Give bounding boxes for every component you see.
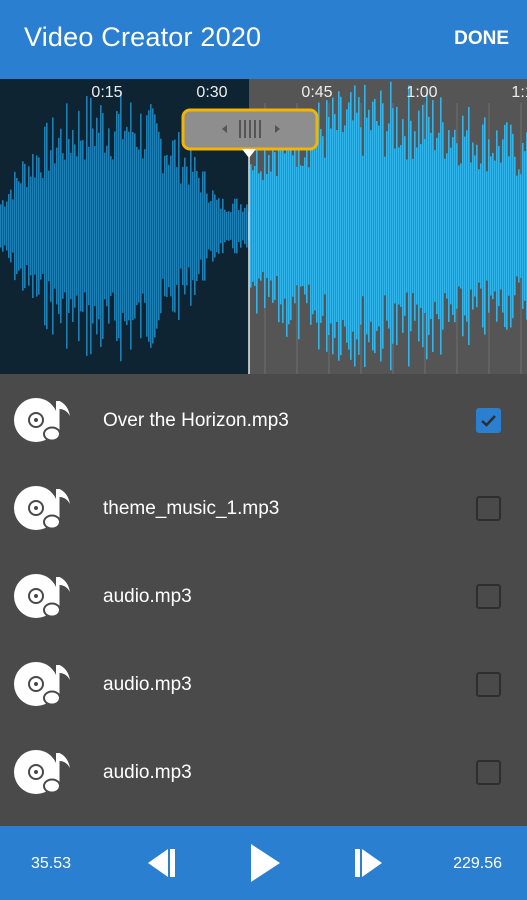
done-button[interactable]: DONE [454,28,509,50]
end-time: 229.56 [453,855,502,872]
music-disc-icon [14,574,70,618]
skip-previous-icon[interactable] [144,841,178,885]
check-icon [481,415,496,427]
music-disc-icon [14,398,70,442]
audio-file-name: audio.mp3 [103,674,192,695]
audio-file-name: theme_music_1.mp3 [103,498,280,519]
list-item[interactable]: Over the Horizon.mp3 [0,376,527,464]
list-item[interactable]: audio.mp3 [0,728,527,816]
music-disc-icon [14,662,70,706]
tick-label: 0:15 [91,84,122,101]
app-title: Video Creator 2020 [24,22,262,52]
tick-label: 0:30 [196,84,227,101]
playback-bar: 35.53 229.56 [0,826,527,900]
select-checkbox[interactable] [476,672,501,697]
audio-track-list: Over the Horizon.mp3 theme_music_1.mp3 a… [0,374,527,826]
music-disc-icon [14,486,70,530]
start-time: 35.53 [31,855,72,872]
music-disc-icon [14,750,70,794]
select-checkbox[interactable] [476,408,501,433]
select-checkbox[interactable] [476,760,501,785]
app-bar: Video Creator 2020 DONE [0,0,527,79]
audio-file-name: audio.mp3 [103,762,192,783]
tick-label: 1:00 [406,84,437,101]
audio-file-name: audio.mp3 [103,586,192,607]
list-item[interactable]: audio.mp3 [0,552,527,640]
tick-label: 1:15 [511,84,527,101]
list-item[interactable]: audio.mp3 [0,640,527,728]
select-checkbox[interactable] [476,496,501,521]
tick-label: 0:45 [301,84,332,101]
audio-file-name: Over the Horizon.mp3 [103,410,289,431]
skip-next-icon[interactable] [352,841,386,885]
audio-waveform-timeline[interactable]: 0:15 0:30 0:45 1:00 1:15 [0,79,527,374]
play-icon[interactable] [246,841,284,885]
select-checkbox[interactable] [476,584,501,609]
waveform-canvas[interactable]: 0:15 0:30 0:45 1:00 1:15 [0,79,527,374]
list-item[interactable]: theme_music_1.mp3 [0,464,527,552]
